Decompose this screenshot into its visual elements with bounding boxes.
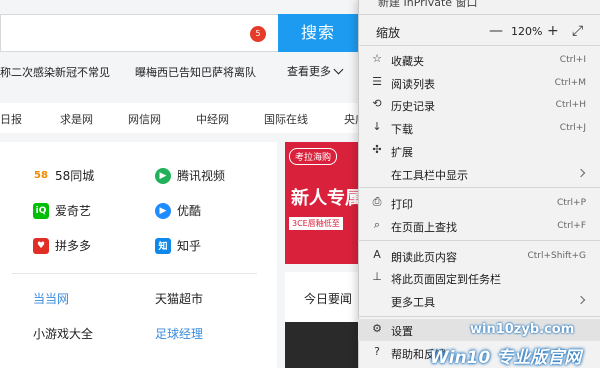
menu-separator bbox=[358, 240, 600, 241]
search-input[interactable] bbox=[0, 14, 278, 52]
app-link[interactable]: 58 58同城 bbox=[33, 167, 94, 184]
zoom-label: 缩放 bbox=[376, 26, 401, 40]
menu-item-shortcut: Ctrl+F bbox=[557, 221, 586, 231]
app-label: 优酷 bbox=[177, 204, 202, 218]
menu-item-more-tools[interactable]: 更多工具 bbox=[358, 290, 600, 312]
download-icon: ↓ bbox=[372, 120, 382, 133]
menu-separator bbox=[358, 45, 600, 46]
menu-item-shortcut: Ctrl+P bbox=[557, 198, 586, 208]
menu-item-find[interactable]: ⌕ 在页面上查找 Ctrl+F bbox=[358, 215, 600, 237]
find-icon: ⌕ bbox=[373, 218, 381, 231]
app-link[interactable]: ▶ 优酷 bbox=[155, 202, 201, 219]
news-title[interactable]: 今日要闻 bbox=[304, 290, 352, 307]
menu-item-shortcut: Ctrl+M bbox=[554, 78, 586, 88]
extensions-icon: ✣ bbox=[372, 143, 382, 156]
star-icon: ☆ bbox=[372, 52, 382, 65]
menu-item-label: 历史记录 bbox=[391, 100, 435, 113]
app-link[interactable]: ▶ 腾讯视频 bbox=[155, 167, 225, 184]
site-link[interactable]: 求是网 bbox=[60, 111, 93, 127]
menu-item-reading-list[interactable]: ☰ 阅读列表 Ctrl+M bbox=[358, 72, 600, 94]
menu-item-shortcut: Ctrl+J bbox=[559, 123, 586, 133]
app-label: 58同城 bbox=[55, 169, 95, 183]
news-image[interactable] bbox=[285, 322, 360, 368]
58-logo-icon: 58 bbox=[33, 167, 49, 184]
menu-item-new-inprivate[interactable]: 新建 InPrivate 窗口 bbox=[378, 0, 478, 10]
reading-list-icon: ☰ bbox=[372, 75, 382, 88]
site-link[interactable]: 中经网 bbox=[196, 111, 229, 127]
ad-banner[interactable]: 考拉海购 新人专属 3CE唇釉低至 bbox=[285, 142, 360, 264]
menu-item-label: 将此页面固定到任务栏 bbox=[391, 273, 501, 286]
site-links-row: 日报 求是网 网信网 中经网 国际在线 央广 bbox=[0, 103, 366, 133]
printer-icon: ⎙ bbox=[372, 195, 382, 208]
app-label: 拼多多 bbox=[55, 239, 92, 253]
youku-icon: ▶ bbox=[155, 202, 171, 219]
read-aloud-icon: A bbox=[373, 248, 381, 261]
menu-item-label: 收藏夹 bbox=[391, 55, 424, 68]
menu-item-show-in-toolbar[interactable]: 在工具栏中显示 bbox=[358, 163, 600, 185]
link-tmall[interactable]: 天猫超市 bbox=[155, 290, 203, 307]
menu-separator bbox=[358, 316, 600, 317]
banner-title: 新人专属 bbox=[291, 188, 360, 209]
pinduoduo-icon: ♥ bbox=[33, 237, 49, 254]
tencent-video-icon: ▶ bbox=[155, 167, 171, 184]
divider bbox=[12, 273, 257, 274]
menu-item-label: 更多工具 bbox=[391, 296, 435, 309]
iqiyi-icon: iQ bbox=[33, 202, 49, 219]
app-link[interactable]: iQ 爱奇艺 bbox=[33, 202, 91, 219]
menu-item-pin-to-taskbar[interactable]: ⊥ 将此页面固定到任务栏 bbox=[358, 267, 600, 289]
hot-news-link[interactable]: 曝梅西已告知巴萨将离队 bbox=[135, 64, 256, 80]
zoom-in-button[interactable]: + bbox=[547, 23, 559, 39]
search-button[interactable]: 搜索 bbox=[278, 14, 358, 52]
chevron-right-icon bbox=[576, 168, 586, 178]
chevron-down-icon bbox=[333, 64, 344, 75]
hot-more-label: 查看更多 bbox=[287, 65, 331, 78]
menu-item-label: 下载 bbox=[391, 123, 413, 136]
menu-item-label: 朗读此页内容 bbox=[391, 251, 457, 264]
menu-item-label: 阅读列表 bbox=[391, 78, 435, 91]
site-link[interactable]: 国际在线 bbox=[264, 111, 308, 127]
notification-badge: 5 bbox=[250, 26, 266, 42]
banner-subtitle: 3CE唇釉低至 bbox=[289, 217, 343, 230]
link-games[interactable]: 小游戏大全 bbox=[33, 325, 93, 342]
menu-item-favorites[interactable]: ☆ 收藏夹 Ctrl+I bbox=[358, 49, 600, 71]
app-label: 爱奇艺 bbox=[55, 204, 92, 218]
link-football[interactable]: 足球经理 bbox=[155, 325, 203, 342]
zoom-value: 120% bbox=[511, 25, 543, 38]
menu-item-extensions[interactable]: ✣ 扩展 bbox=[358, 140, 600, 162]
pin-icon: ⊥ bbox=[372, 270, 382, 283]
chevron-right-icon bbox=[576, 295, 586, 305]
menu-item-history[interactable]: ⟲ 历史记录 Ctrl+H bbox=[358, 94, 600, 116]
gear-icon: ⚙ bbox=[372, 322, 382, 335]
menu-item-read-aloud[interactable]: A 朗读此页内容 Ctrl+Shift+G bbox=[358, 245, 600, 267]
menu-separator bbox=[358, 14, 600, 15]
history-icon: ⟲ bbox=[372, 97, 382, 110]
app-label: 知乎 bbox=[177, 239, 202, 253]
app-label: 腾讯视频 bbox=[177, 169, 226, 183]
menu-item-shortcut: Ctrl+I bbox=[559, 55, 586, 65]
hot-news-link[interactable]: 称二次感染新冠不常见 bbox=[0, 64, 110, 80]
menu-item-shortcut: Ctrl+Shift+G bbox=[527, 251, 586, 261]
hot-more-button[interactable]: 查看更多 bbox=[287, 63, 344, 79]
fullscreen-icon[interactable]: ⤢ bbox=[572, 23, 583, 39]
app-link[interactable]: ♥ 拼多多 bbox=[33, 237, 91, 254]
app-link[interactable]: 知知乎 bbox=[155, 237, 201, 254]
site-link[interactable]: 日报 bbox=[0, 111, 22, 127]
menu-separator bbox=[358, 187, 600, 188]
watermark-logo: Win10 专业版官网 bbox=[430, 348, 582, 368]
menu-item-label: 打印 bbox=[391, 198, 413, 211]
menu-item-label: 在页面上查找 bbox=[391, 221, 457, 234]
zhihu-icon: 知 bbox=[155, 237, 171, 254]
site-link[interactable]: 网信网 bbox=[128, 111, 161, 127]
menu-item-label: 扩展 bbox=[391, 146, 413, 159]
help-icon: ? bbox=[374, 345, 380, 358]
banner-logo: 考拉海购 bbox=[289, 148, 338, 165]
menu-item-print[interactable]: ⎙ 打印 Ctrl+P bbox=[358, 192, 600, 214]
watermark-site: win10zyb.com bbox=[470, 322, 575, 337]
menu-item-shortcut: Ctrl+H bbox=[555, 100, 586, 110]
menu-item-label: 设置 bbox=[391, 325, 413, 338]
menu-item-label: 在工具栏中显示 bbox=[391, 169, 468, 182]
zoom-out-button[interactable]: — bbox=[489, 23, 503, 39]
link-dangdang[interactable]: 当当网 bbox=[33, 290, 69, 307]
menu-item-downloads[interactable]: ↓ 下载 Ctrl+J bbox=[358, 117, 600, 139]
